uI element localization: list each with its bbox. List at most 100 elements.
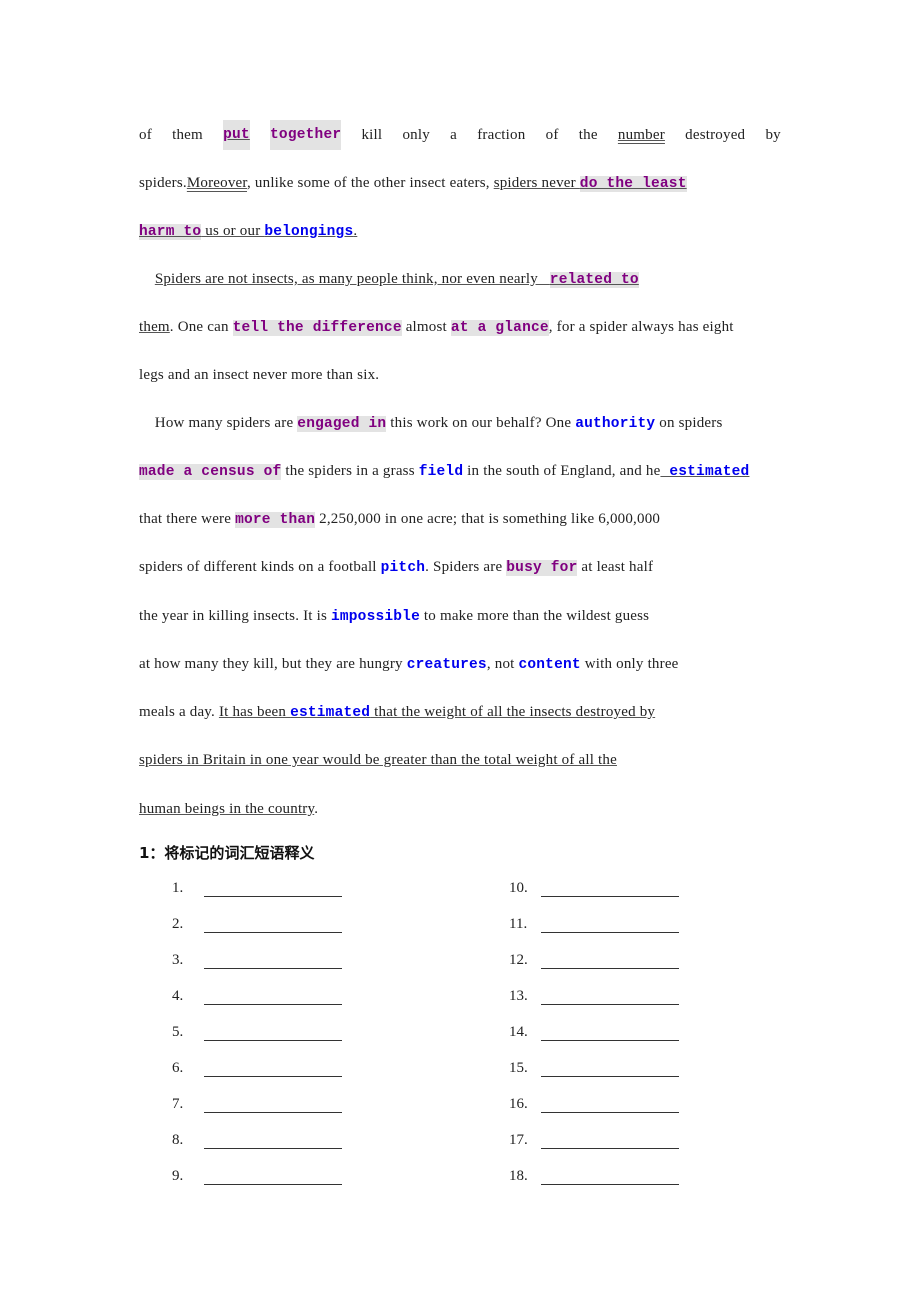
item-number: 1. [172,880,184,896]
underlined-text: human beings in the country [139,801,315,817]
highlighted-phrase: tell the difference [232,320,402,336]
highlighted-phrase: do the least [579,176,687,192]
item-number: 13. [509,988,528,1004]
answer-blank[interactable] [204,1060,342,1077]
item-number: 14. [509,1024,528,1040]
answer-blank[interactable] [541,1060,679,1077]
item-number: 2. [172,916,184,932]
text-run: the [578,127,598,143]
underlined-text: that the weight of all the insects destr… [370,704,656,720]
text-run [139,271,155,287]
item-number: 7. [172,1096,184,1112]
text-run: with only three [580,656,679,672]
underlined-text: Moreover [186,175,248,191]
answer-item: 11. [509,916,679,940]
item-number: 16. [509,1096,528,1112]
answer-blank[interactable] [541,1024,679,1041]
passage-line: spiders in Britain in one year would be … [139,745,617,775]
underlined-text: us or our [201,223,265,239]
answer-item: 7. [172,1096,342,1120]
text-run: fraction [477,127,526,143]
vocab-word: estimated [660,464,750,480]
answer-blank[interactable] [541,1132,679,1149]
underlined-text: It has been [218,704,291,720]
exercise-heading: 1：将标记的词汇短语释义 [139,844,315,862]
vocab-word: field [418,464,464,480]
answer-blank[interactable] [541,916,679,933]
text-run: by [765,127,781,143]
highlighted-phrase: at a glance [450,320,549,336]
text-run: this work on our behalf? One [386,415,576,431]
text-run: , unlike some of the other insect eaters… [247,175,494,191]
item-number: 5. [172,1024,184,1040]
text-run: the spiders in a grass [281,463,419,479]
text-run: the year in killing insects. It is [139,608,331,624]
highlighted-phrase: put [223,120,250,150]
answer-item: 13. [509,988,679,1012]
highlighted-phrase: together [270,120,342,150]
answer-blank[interactable] [204,1024,342,1041]
text-run: legs and an insect never more than six. [139,367,380,383]
passage-line: spiders of different kinds on a football… [139,552,653,582]
highlighted-phrase: made a census of [139,464,282,480]
answer-blank[interactable] [541,952,679,969]
answer-item: 1. [172,880,342,904]
vocab-word: estimated [290,705,371,721]
answer-blank[interactable] [541,1168,679,1185]
underlined-text: Spiders are not insects, as many people … [154,271,550,287]
highlighted-phrase: harm to [139,224,202,240]
passage-line: meals a day. It has been estimated that … [139,697,655,727]
answer-item: 15. [509,1060,679,1084]
text-run: destroyed [685,127,746,143]
answer-blank[interactable] [204,1096,342,1113]
passage-line: at how many they kill, but they are hung… [139,649,679,679]
text-run: only [402,127,430,143]
passage-line: them. One can tell the difference almost… [139,312,734,342]
highlighted-phrase: engaged in [297,416,387,432]
text-run: . [314,801,319,817]
passage-line: Spiders are not insects, as many people … [139,264,639,294]
answer-blank[interactable] [204,1132,342,1149]
item-number: 9. [172,1168,184,1184]
text-run: 2,250,000 in one acre; that is something… [315,511,661,527]
text-run: kill [361,127,383,143]
text-run: How many spiders are [139,415,298,431]
text-run: , not [486,656,519,672]
passage-line: harm to us or our belongings. [139,216,357,246]
text-run: that there were [139,511,236,527]
underlined-text: . [353,223,358,239]
text-run: at how many they kill, but they are hung… [139,656,407,672]
answer-blank[interactable] [204,916,342,933]
answer-blank[interactable] [204,952,342,969]
answer-item: 9. [172,1168,342,1192]
passage-line: How many spiders are engaged in this wor… [139,408,723,438]
text-run: at least half [577,559,654,575]
text-run: . One can [169,319,233,335]
passage-line: legs and an insect never more than six. [139,360,379,390]
answer-blank[interactable] [541,988,679,1005]
item-number: 8. [172,1132,184,1148]
passage-line: spiders.Moreover, unlike some of the oth… [139,168,687,198]
text-run: , for a spider always has eight [548,319,734,335]
item-number: 6. [172,1060,184,1076]
text-run: meals a day. [139,704,219,720]
item-number: 17. [509,1132,528,1148]
answer-item: 5. [172,1024,342,1048]
passage-line: that there were more than 2,250,000 in o… [139,504,660,534]
vocab-word: belongings [264,224,354,240]
answer-blank[interactable] [541,1096,679,1113]
text-run: a [450,127,457,143]
vocab-word: creatures [406,657,487,673]
passage-line: made a census of the spiders in a grass … [139,456,749,486]
text-run: them [172,127,203,143]
text-run: in the south of England, and he [463,463,661,479]
item-number: 12. [509,952,528,968]
answer-blank[interactable] [204,988,342,1005]
answer-item: 17. [509,1132,679,1156]
answer-blank[interactable] [204,1168,342,1185]
answer-item: 14. [509,1024,679,1048]
answer-item: 2. [172,916,342,940]
answer-blank[interactable] [541,880,679,897]
answer-blank[interactable] [204,880,342,897]
item-number: 18. [509,1168,528,1184]
